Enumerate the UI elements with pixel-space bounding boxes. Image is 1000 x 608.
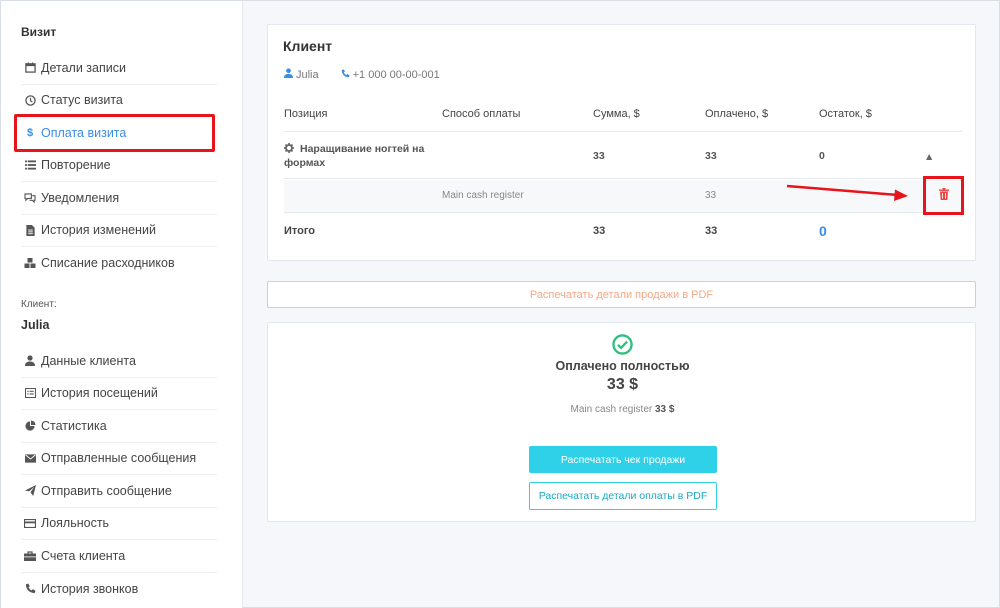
sidebar-item-visit-status[interactable]: Статус визита [21, 85, 217, 117]
table-row-total: Итого 33 33 0 [284, 213, 962, 249]
user-icon [23, 355, 37, 367]
sidebar-item-client-accounts[interactable]: Счета клиента [21, 540, 217, 573]
sidebar-item-consumables[interactable]: Списание расходников [21, 247, 217, 280]
sidebar-item-label: Отправленные сообщения [41, 451, 197, 466]
delete-payment-button[interactable] [923, 176, 964, 215]
sidebar-item-send-message[interactable]: Отправить сообщение [21, 475, 217, 508]
header-paid: Оплачено, $ [705, 108, 769, 120]
sidebar-item-label: Лояльность [41, 516, 110, 531]
card-title: Клиент [283, 38, 333, 54]
table-header-row: Позиция Способ оплаты Сумма, $ Оплачено,… [284, 108, 962, 132]
sidebar-item-statistics[interactable]: Статистика [21, 410, 217, 443]
paper-plane-icon [23, 485, 37, 497]
header-sum: Сумма, $ [593, 108, 640, 120]
sidebar-item-notifications[interactable]: Уведомления [21, 182, 217, 215]
client-payment-card: Клиент Julia +1 000 00-00-001 Позиция Сп… [267, 24, 976, 261]
sidebar-item-visit-history[interactable]: История посещений [21, 378, 217, 410]
sidebar-item-label: Данные клиента [41, 353, 136, 368]
file-icon [23, 224, 37, 236]
total-paid: 33 [705, 225, 718, 237]
sidebar-item-label: Отправить сообщение [41, 483, 172, 498]
sidebar-item-change-history[interactable]: История изменений [21, 215, 217, 247]
clock-icon [23, 95, 37, 106]
header-payment-method: Способ оплаты [442, 108, 521, 120]
user-icon [284, 68, 293, 81]
sidebar-item-sent-messages[interactable]: Отправленные сообщения [21, 443, 217, 475]
print-sale-pdf-button[interactable]: Распечатать детали продажи в PDF [267, 281, 976, 308]
credit-card-icon [23, 518, 37, 528]
sidebar-item-label: Детали записи [41, 60, 126, 75]
sidebar-item-label: Статистика [41, 418, 107, 433]
print-payment-pdf-button[interactable]: Распечатать детали оплаты в PDF [529, 482, 717, 510]
list-alt-icon [23, 388, 37, 399]
header-position: Позиция [284, 108, 328, 120]
trash-icon [938, 188, 949, 203]
client-phone-number[interactable]: +1 000 00-00-001 [353, 69, 440, 81]
visit-menu: Детали записи Статус визита $ Оплата виз… [21, 52, 217, 280]
sidebar-item-record-details[interactable]: Детали записи [21, 52, 217, 85]
table-row-payment: Main cash register 33 [284, 180, 962, 213]
comments-icon [23, 193, 37, 203]
service-sum: 33 [593, 150, 605, 162]
sidebar-client-name: Julia [21, 318, 50, 332]
sidebar-item-call-history[interactable]: История звонков [21, 573, 217, 606]
header-balance: Остаток, $ [819, 108, 872, 120]
total-balance: 0 [819, 223, 827, 239]
phone-icon [23, 583, 37, 594]
client-phone: +1 000 00-00-001 [341, 69, 440, 81]
client-info: Julia +1 000 00-00-001 [284, 68, 440, 81]
register-amount: 33 $ [655, 404, 675, 415]
table-row-service: Наращивание ногтей на формах 33 33 0 ▲ [284, 132, 962, 179]
sidebar-item-label: История звонков [41, 581, 139, 596]
sidebar-item-label: Счета клиента [41, 548, 126, 563]
list-icon [23, 160, 37, 170]
service-name-line2: формах [284, 157, 326, 169]
sidebar-item-client-data[interactable]: Данные клиента [21, 345, 217, 378]
service-balance: 0 [819, 150, 825, 162]
payment-register-line: Main cash register 33 $ [268, 404, 977, 415]
client-menu: Данные клиента История посещений Статист… [21, 345, 217, 605]
sidebar-item-label: Повторение [41, 158, 111, 173]
sidebar: Визит Детали записи Статус визита $ Опла… [1, 1, 243, 608]
collapse-caret-icon[interactable]: ▲ [924, 151, 934, 163]
check-circle-icon [612, 334, 633, 355]
sidebar-client-caption: Клиент: [21, 299, 57, 310]
sidebar-heading-visit: Визит [21, 25, 57, 39]
dollar-icon: $ [26, 126, 34, 139]
payment-status-card: Оплачено полностью 33 $ Main cash regist… [267, 322, 976, 522]
sidebar-item-loyalty[interactable]: Лояльность [21, 508, 217, 540]
payment-status-title: Оплачено полностью [555, 359, 690, 373]
sidebar-item-label: История изменений [41, 223, 156, 238]
gear-icon [284, 143, 294, 156]
sidebar-item-label: Списание расходников [41, 256, 175, 271]
payment-method: Main cash register [442, 190, 524, 201]
sidebar-item-repeat[interactable]: Повторение [21, 150, 217, 182]
register-label: Main cash register [570, 404, 653, 415]
client-name-link[interactable]: Julia [296, 69, 319, 81]
service-paid: 33 [705, 150, 717, 162]
payment-status-amount: 33 $ [606, 376, 639, 393]
service-name-line1: Наращивание ногтей на [300, 143, 425, 155]
sidebar-item-label: Оплата визита [41, 125, 127, 140]
phone-icon [341, 68, 350, 81]
cubes-icon [23, 257, 37, 269]
sidebar-item-visit-payment[interactable]: $ Оплата визита [21, 117, 217, 150]
calendar-icon [23, 62, 37, 73]
payment-paid: 33 [705, 190, 717, 201]
total-sum: 33 [593, 225, 606, 237]
print-receipt-button[interactable]: Распечатать чек продажи [529, 446, 717, 473]
envelope-icon [23, 454, 37, 463]
sidebar-item-label: Уведомления [41, 190, 120, 205]
sidebar-item-label: История посещений [41, 386, 158, 401]
briefcase-icon [23, 551, 37, 561]
total-label: Итого [284, 225, 316, 237]
sidebar-item-label: Статус визита [41, 93, 123, 108]
pie-chart-icon [23, 420, 37, 431]
